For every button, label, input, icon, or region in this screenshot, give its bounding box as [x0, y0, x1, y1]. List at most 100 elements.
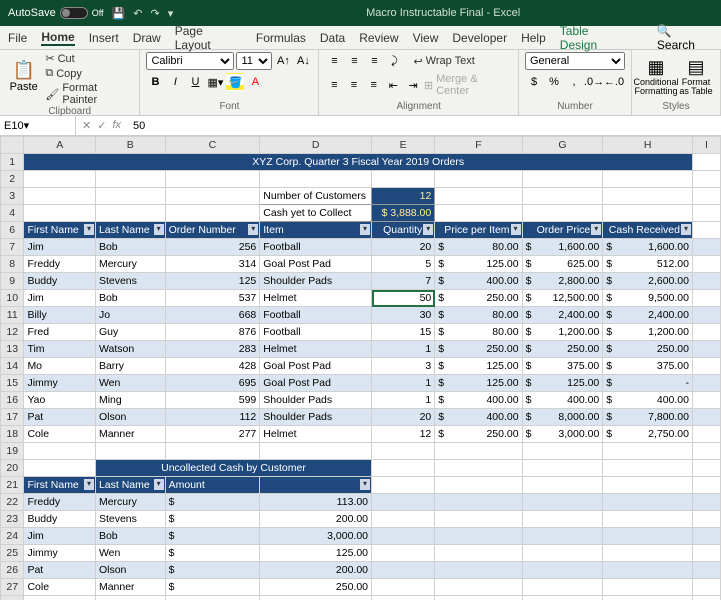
percent-icon[interactable]: %	[545, 73, 563, 91]
cell-item[interactable]: Goal Post Pad	[260, 375, 372, 392]
tab-file[interactable]: File	[8, 31, 27, 45]
cell-pp[interactable]: $125.00	[435, 375, 522, 392]
cash-collect-value[interactable]: $ 3,888.00	[372, 205, 435, 222]
num-customers-label[interactable]: Number of Customers	[260, 188, 372, 205]
cell-fn[interactable]: Jim	[24, 239, 96, 256]
cell-qty[interactable]: 1	[372, 341, 435, 358]
row-15[interactable]: 15	[1, 375, 24, 392]
cell-cr[interactable]: $1,600.00	[603, 239, 693, 256]
conditional-formatting-button[interactable]: ▦Conditional Formatting	[638, 52, 674, 100]
dec-decimal-icon[interactable]: ←.0	[605, 73, 623, 91]
cell-qty[interactable]: 30	[372, 307, 435, 324]
italic-button[interactable]: I	[166, 73, 184, 91]
filter-icon[interactable]: ▾	[84, 224, 94, 235]
redo-icon[interactable]: ↷	[150, 7, 159, 20]
tab-formulas[interactable]: Formulas	[256, 31, 306, 45]
align-middle-icon[interactable]: ≡	[345, 52, 363, 70]
cell-on[interactable]: 599	[165, 392, 260, 409]
cell-amt[interactable]: 125.00	[260, 545, 372, 562]
row-24[interactable]: 24	[1, 528, 24, 545]
cell-ln[interactable]: Barry	[95, 358, 165, 375]
col-B[interactable]: B	[95, 137, 165, 154]
cell-qty[interactable]: 20	[372, 239, 435, 256]
cell-on[interactable]: 428	[165, 358, 260, 375]
cell-ln[interactable]: Bob	[95, 290, 165, 307]
cell-ln[interactable]: Mercury	[95, 256, 165, 273]
cell-cr[interactable]: $400.00	[603, 392, 693, 409]
cell-fn[interactable]: Pat	[24, 409, 96, 426]
cell-pp[interactable]: $250.00	[435, 426, 522, 443]
tab-help[interactable]: Help	[521, 31, 546, 45]
align-center-icon[interactable]: ≡	[345, 76, 363, 94]
row-4[interactable]: 4	[1, 205, 24, 222]
cell-on[interactable]: 314	[165, 256, 260, 273]
row-6[interactable]: 6	[1, 222, 24, 239]
cell-fn[interactable]: Mo	[24, 358, 96, 375]
cell-on[interactable]: 668	[165, 307, 260, 324]
filter-icon[interactable]: ▾	[360, 224, 370, 235]
tab-draw[interactable]: Draw	[133, 31, 161, 45]
cell-op[interactable]: $1,200.00	[522, 324, 603, 341]
cell-pp[interactable]: $250.00	[435, 341, 522, 358]
t2-hdr-amt[interactable]: Amount	[165, 477, 260, 494]
cell-fn[interactable]: Freddy	[24, 256, 96, 273]
col-A[interactable]: A	[24, 137, 96, 154]
cell-op[interactable]: $250.00	[522, 341, 603, 358]
cell-item[interactable]: Helmet	[260, 341, 372, 358]
row-13[interactable]: 13	[1, 341, 24, 358]
tab-page-layout[interactable]: Page Layout	[175, 24, 242, 52]
t2-hdr-fn[interactable]: First Name▾	[24, 477, 96, 494]
cash-collect-label[interactable]: Cash yet to Collect	[260, 205, 372, 222]
tab-insert[interactable]: Insert	[89, 31, 119, 45]
cell-ln[interactable]: Stevens	[95, 511, 165, 528]
row-7[interactable]: 7	[1, 239, 24, 256]
comma-icon[interactable]: ,	[565, 73, 583, 91]
cell-amt[interactable]: 250.00	[260, 579, 372, 596]
filter-icon[interactable]: ▾	[423, 224, 433, 235]
row-1[interactable]: 1	[1, 154, 24, 171]
hdr-item[interactable]: Item▾	[260, 222, 372, 239]
cell-ln[interactable]: Bob	[95, 239, 165, 256]
cell-item[interactable]: Football	[260, 307, 372, 324]
cell-on[interactable]: 112	[165, 409, 260, 426]
copy-button[interactable]: ⧉Copy	[45, 67, 133, 80]
cell-amt-sym[interactable]: $	[165, 562, 260, 579]
cell-pp[interactable]: $400.00	[435, 392, 522, 409]
cell-amt-sym[interactable]: $	[165, 579, 260, 596]
cell-cr[interactable]: $2,600.00	[603, 273, 693, 290]
col-C[interactable]: C	[165, 137, 260, 154]
col-I[interactable]: I	[692, 137, 720, 154]
cell-ln[interactable]: Manner	[95, 426, 165, 443]
tab-table-design[interactable]: Table Design	[560, 24, 629, 52]
col-H[interactable]: H	[603, 137, 693, 154]
tab-home[interactable]: Home	[41, 30, 74, 46]
align-right-icon[interactable]: ≡	[365, 76, 383, 94]
cell-op[interactable]: $12,500.00	[522, 290, 603, 307]
cell-item[interactable]: Shoulder Pads	[260, 273, 372, 290]
paste-button[interactable]: 📋Paste	[6, 52, 41, 100]
cell-pp[interactable]: $80.00	[435, 239, 522, 256]
filter-icon[interactable]: ▾	[591, 224, 601, 235]
cell-op[interactable]: $400.00	[522, 392, 603, 409]
cell-qty[interactable]: 7	[372, 273, 435, 290]
align-left-icon[interactable]: ≡	[325, 76, 343, 94]
cell-ln[interactable]: Stevens	[95, 273, 165, 290]
cell-pp[interactable]: $80.00	[435, 307, 522, 324]
worksheet[interactable]: ABCDEFGHI 1XYZ Corp. Quarter 3 Fiscal Ye…	[0, 136, 721, 600]
cell-qty[interactable]: 3	[372, 358, 435, 375]
cell-pp[interactable]: $80.00	[435, 324, 522, 341]
currency-icon[interactable]: $	[525, 73, 543, 91]
cell-amt-sym[interactable]: $	[165, 528, 260, 545]
name-box[interactable]: E10 ▾	[0, 116, 76, 135]
cell-fn[interactable]: Tim	[24, 341, 96, 358]
cell-ln[interactable]: Jo	[95, 307, 165, 324]
cell-ln[interactable]: Olson	[95, 562, 165, 579]
cell-ln[interactable]: Wen	[95, 545, 165, 562]
cell-on[interactable]: 537	[165, 290, 260, 307]
filter-icon[interactable]: ▾	[154, 479, 164, 490]
cell-cr[interactable]: $512.00	[603, 256, 693, 273]
col-G[interactable]: G	[522, 137, 603, 154]
cell-fn[interactable]: Buddy	[24, 511, 96, 528]
cell-amt[interactable]: 200.00	[260, 562, 372, 579]
autosave-toggle[interactable]: AutoSave Off	[8, 7, 104, 19]
